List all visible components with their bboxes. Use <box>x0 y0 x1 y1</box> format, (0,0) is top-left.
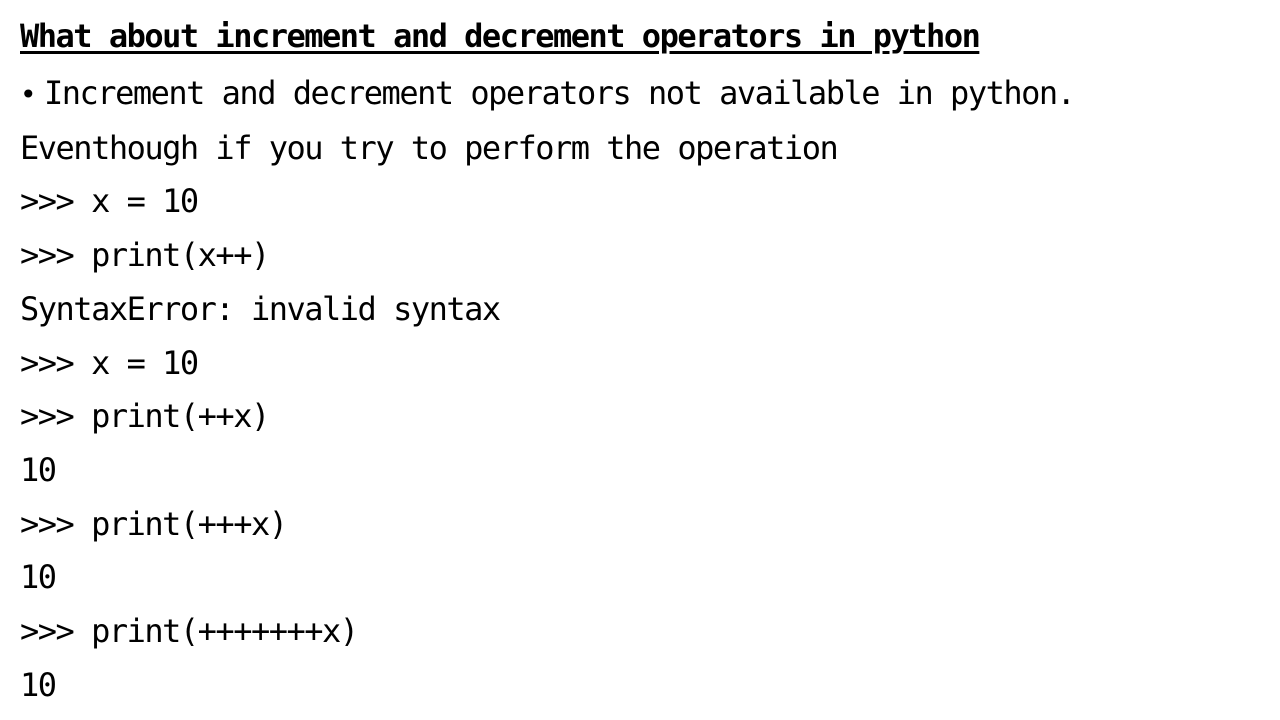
output-line-syntax-error: SyntaxError: invalid syntax <box>20 289 501 328</box>
code-line-print-seven-plus: >>> print(+++++++x) <box>20 612 359 651</box>
slide-title: What about increment and decrement opera… <box>20 17 981 55</box>
output-line-1: 10 <box>20 450 57 489</box>
bullet-icon: • <box>20 78 37 111</box>
text-line-eventhough: Eventhough if you try to perform the ope… <box>20 128 839 167</box>
bullet-text: Increment and decrement operators not av… <box>44 74 1076 112</box>
code-line-assign-2: >>> x = 10 <box>20 343 199 382</box>
output-line-2: 10 <box>20 558 57 597</box>
output-line-3: 10 <box>20 665 57 704</box>
code-line-assign-1: >>> x = 10 <box>20 182 199 221</box>
code-line-print-preincrement: >>> print(++x) <box>20 397 270 436</box>
slide-content: What about increment and decrement opera… <box>20 14 1260 712</box>
code-line-print-triple-plus: >>> print(+++x) <box>20 504 288 543</box>
bullet-item: • Increment and decrement operators not … <box>20 67 1260 122</box>
code-line-print-postincrement: >>> print(x++) <box>20 236 270 275</box>
